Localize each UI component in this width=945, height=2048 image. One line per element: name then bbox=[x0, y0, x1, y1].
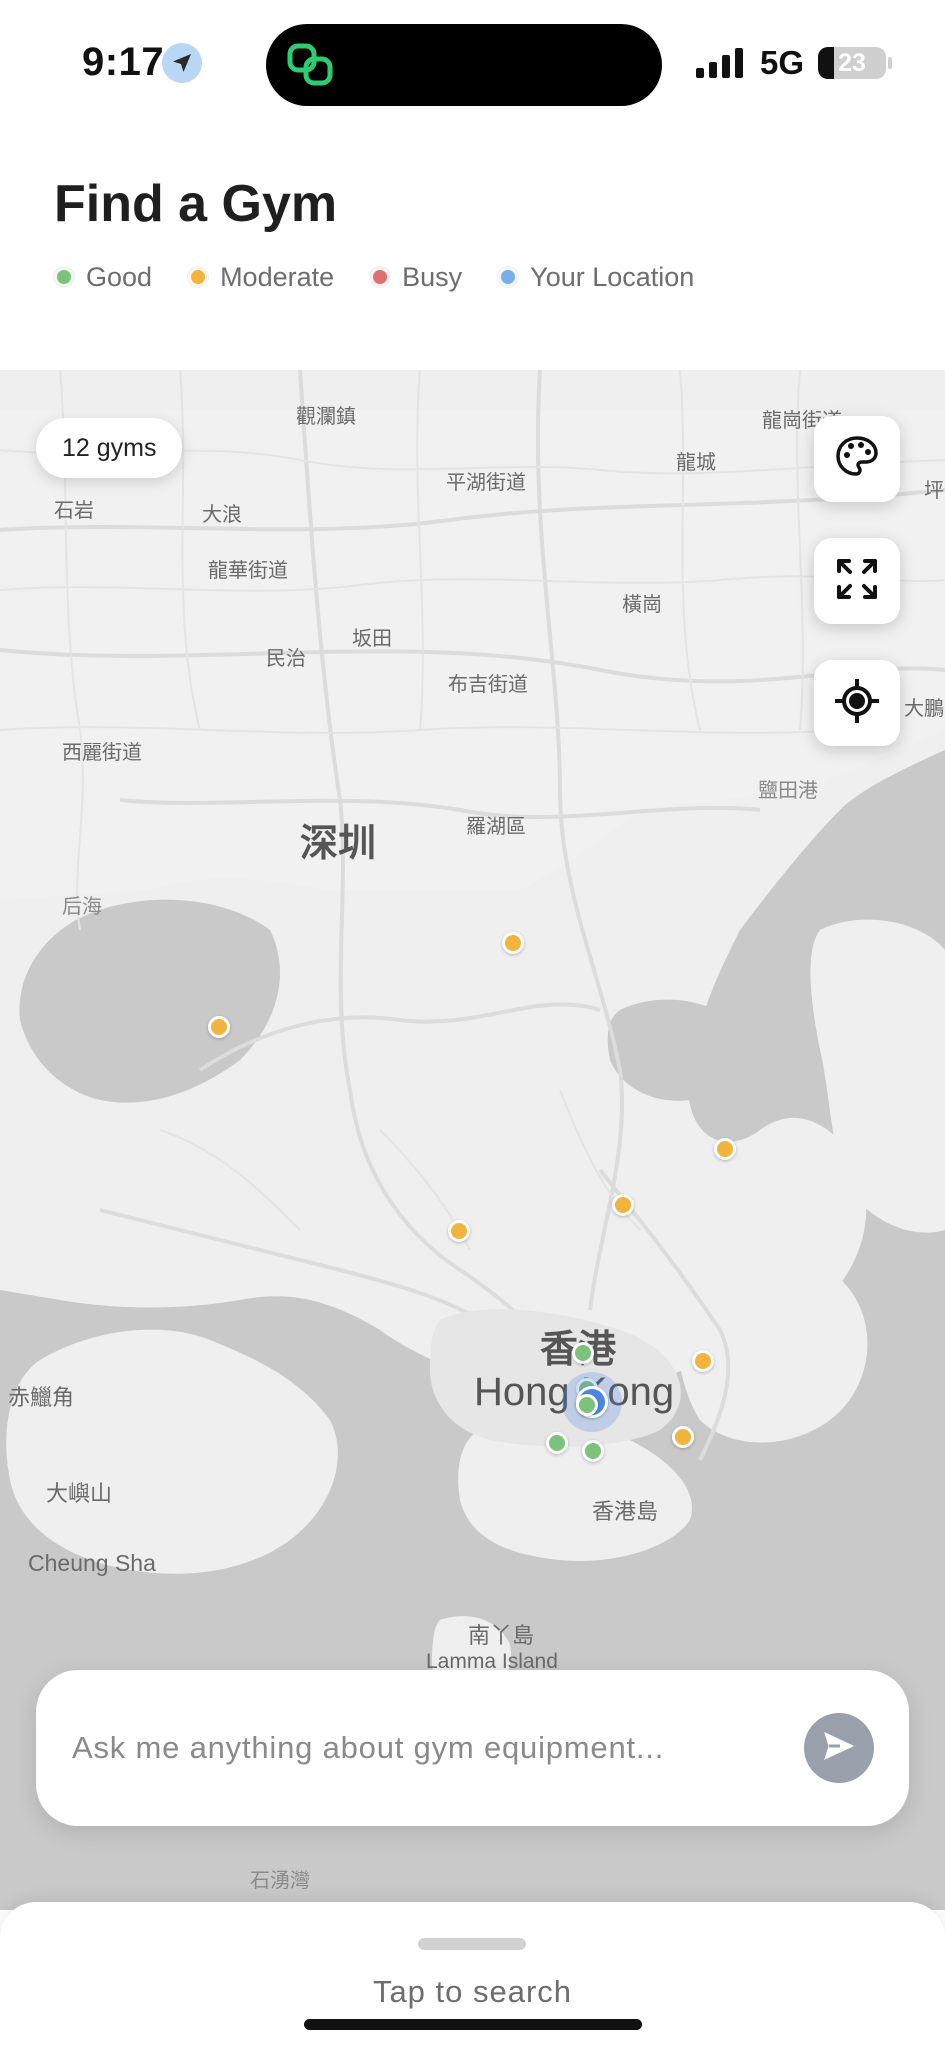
gym-marker-moderate[interactable] bbox=[502, 932, 524, 954]
sheet-drag-handle[interactable] bbox=[418, 1938, 526, 1950]
place-label: 龍城 bbox=[676, 450, 716, 474]
ai-chat-bar bbox=[36, 1670, 909, 1826]
busy-dot-icon bbox=[370, 267, 391, 287]
place-label: 西麗街道 bbox=[62, 740, 142, 764]
your-location-dot-icon bbox=[498, 267, 519, 287]
send-icon bbox=[822, 1729, 856, 1768]
dynamic-island bbox=[266, 24, 662, 106]
place-label: 龍華街道 bbox=[208, 558, 288, 582]
battery-icon: 23 bbox=[818, 47, 886, 79]
good-dot-icon bbox=[54, 267, 74, 287]
network-type: 5G bbox=[760, 44, 805, 81]
locate-icon bbox=[833, 677, 881, 730]
place-label: 赤鱲角 bbox=[8, 1386, 75, 1411]
place-label: Cheung Sha bbox=[28, 1550, 156, 1576]
legend-label: Your Location bbox=[530, 261, 695, 292]
gym-count-badge: 12 gyms bbox=[36, 418, 183, 478]
expand-icon bbox=[835, 557, 879, 606]
battery-percent: 23 bbox=[838, 49, 866, 77]
place-label: 石湧灣 bbox=[250, 1868, 310, 1892]
home-indicator[interactable] bbox=[304, 2019, 642, 2030]
place-label: 民治 bbox=[266, 646, 306, 670]
place-label-major: 深圳 bbox=[300, 821, 377, 865]
place-label: 坂田 bbox=[352, 626, 392, 650]
theme-palette-button[interactable] bbox=[814, 416, 900, 502]
place-label: 后海 bbox=[62, 894, 102, 918]
gym-marker-moderate[interactable] bbox=[692, 1350, 714, 1372]
place-label: 石岩 bbox=[54, 498, 94, 522]
place-label: 香港島 bbox=[592, 1500, 659, 1525]
legend-label: Moderate bbox=[220, 261, 335, 292]
place-label: 鹽田港 bbox=[758, 778, 818, 802]
place-label: 大嶼山 bbox=[46, 1482, 113, 1507]
place-label: 南丫島 bbox=[468, 1624, 535, 1649]
crowd-legend: Good Moderate Busy Your Location bbox=[54, 262, 730, 292]
gym-marker-good[interactable] bbox=[582, 1440, 604, 1462]
gym-marker-good[interactable] bbox=[546, 1432, 568, 1454]
battery-cap bbox=[888, 57, 892, 69]
gym-marker-good[interactable] bbox=[572, 1342, 594, 1364]
palette-icon bbox=[834, 434, 880, 485]
cellular-signal-icon bbox=[696, 48, 746, 83]
legend-item-busy: Busy bbox=[370, 262, 462, 293]
legend-label: Good bbox=[86, 261, 153, 292]
place-label: 橫崗 bbox=[622, 592, 662, 616]
place-label: 坪 bbox=[924, 478, 944, 502]
legend-item-your-location: Your Location bbox=[498, 262, 694, 293]
legend-label: Busy bbox=[402, 261, 463, 292]
status-time: 9:17 bbox=[82, 40, 165, 84]
legend-item-good: Good bbox=[54, 262, 152, 293]
moderate-dot-icon bbox=[188, 267, 209, 287]
app-activity-icon bbox=[286, 42, 336, 93]
gym-marker-good[interactable] bbox=[576, 1394, 598, 1416]
place-label: 布吉街道 bbox=[448, 672, 528, 696]
recenter-button[interactable] bbox=[814, 660, 900, 746]
gym-marker-moderate[interactable] bbox=[714, 1138, 736, 1160]
location-services-icon bbox=[162, 43, 202, 83]
chat-input[interactable] bbox=[72, 1722, 792, 1774]
place-label: 觀瀾鎮 bbox=[296, 404, 356, 428]
gym-marker-moderate[interactable] bbox=[672, 1426, 694, 1448]
status-bar: 9:17 5G 23 bbox=[0, 0, 945, 120]
gym-marker-moderate[interactable] bbox=[208, 1016, 230, 1038]
legend-item-moderate: Moderate bbox=[188, 262, 334, 293]
tap-to-search-label: Tap to search bbox=[372, 1974, 573, 2009]
send-button[interactable] bbox=[804, 1713, 874, 1783]
place-label: 平湖街道 bbox=[446, 470, 526, 494]
place-label: 羅湖區 bbox=[466, 814, 526, 838]
fullscreen-button[interactable] bbox=[814, 538, 900, 624]
place-label: 大浪 bbox=[202, 502, 242, 526]
place-label: 大鵬 bbox=[904, 696, 944, 720]
page-title: Find a Gym bbox=[54, 175, 338, 233]
gym-marker-moderate[interactable] bbox=[612, 1194, 634, 1216]
gym-marker-moderate[interactable] bbox=[448, 1220, 470, 1242]
